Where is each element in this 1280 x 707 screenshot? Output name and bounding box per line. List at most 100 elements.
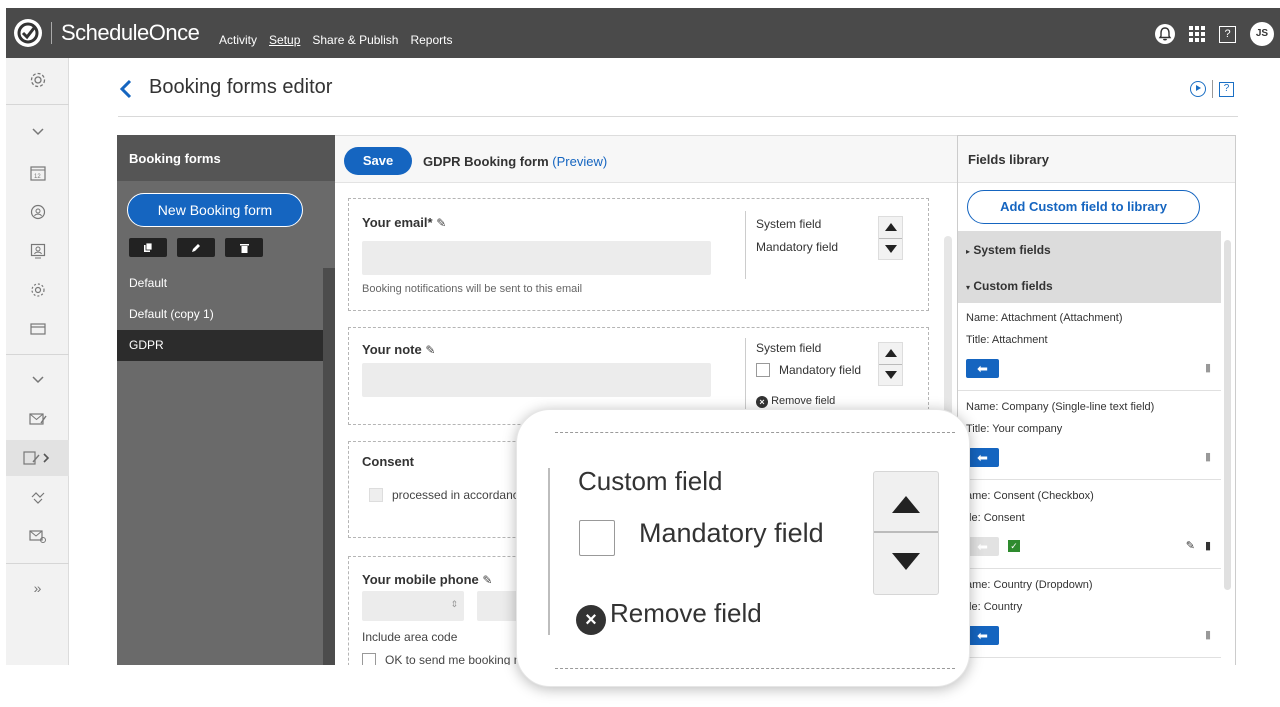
add-to-form-arrow-icon[interactable]: ⬅ xyxy=(966,359,999,378)
zoom-move-arrows[interactable] xyxy=(873,471,939,595)
edit-pencil-icon[interactable]: ✎ xyxy=(1186,539,1195,552)
nav-reports[interactable]: Reports xyxy=(410,33,452,47)
edit-pencil-icon[interactable]: ✎ xyxy=(436,216,446,230)
nav-activity[interactable]: Activity xyxy=(219,33,257,47)
zoom-divider xyxy=(548,468,550,635)
consent-checkbox[interactable] xyxy=(369,488,383,502)
add-to-form-arrow-icon[interactable]: ⬅ xyxy=(966,448,999,467)
integrations-gear-icon[interactable] xyxy=(6,272,69,308)
section-custom-fields[interactable]: ▾ Custom fields xyxy=(958,267,1221,303)
item-title: tle: Consent xyxy=(966,512,1025,524)
expand-chevron-icon[interactable] xyxy=(6,362,69,398)
brand-name[interactable]: ScheduleOnce xyxy=(61,20,200,46)
form-item-default[interactable]: Default xyxy=(117,268,323,299)
delete-form-button[interactable] xyxy=(225,238,263,257)
booking-forms-heading: Booking forms xyxy=(117,135,335,181)
edit-form-button[interactable] xyxy=(177,238,215,257)
item-title: tle: Country xyxy=(966,601,1023,613)
item-name: ame: Country (Dropdown) xyxy=(966,579,1093,591)
email-hint: Booking notifications will be sent to th… xyxy=(362,283,583,295)
trash-icon[interactable]: ▮ xyxy=(1205,361,1211,374)
library-scrollbar[interactable] xyxy=(1224,240,1231,590)
user-avatar[interactable]: JS xyxy=(1250,22,1274,46)
edit-pencil-icon[interactable]: ✎ xyxy=(425,343,435,357)
trash-icon[interactable]: ▮ xyxy=(1205,628,1211,641)
editor-header: Save GDPR Booking form (Preview) xyxy=(335,136,957,183)
move-up-arrow-icon[interactable] xyxy=(885,223,897,231)
library-item: ame: Consent (Checkbox) tle: Consent ⬅ ✓… xyxy=(958,481,1221,569)
presenter-icon[interactable] xyxy=(6,233,69,269)
back-chevron-icon[interactable] xyxy=(119,78,133,105)
add-to-form-arrow-icon[interactable]: ⬅ xyxy=(966,626,999,645)
handshake-icon[interactable] xyxy=(6,479,69,515)
header-separator xyxy=(1212,80,1213,98)
phone-hint: Include area code xyxy=(362,630,458,644)
zoom-remove-field[interactable]: × Remove field xyxy=(576,598,762,635)
calendar-icon[interactable]: 12 xyxy=(6,155,69,191)
zoom-mandatory-checkbox[interactable] xyxy=(579,520,615,556)
fields-library-panel: Fields library Add Custom field to libra… xyxy=(957,135,1236,665)
in-use-check-icon: ✓ xyxy=(1008,540,1020,552)
item-name: Name: Attachment (Attachment) xyxy=(966,312,1123,324)
fields-library-heading: Fields library xyxy=(958,136,1235,183)
move-field-arrows[interactable] xyxy=(878,342,903,386)
item-name: ame: Consent (Checkbox) xyxy=(966,490,1094,502)
field-label-consent: Consent xyxy=(362,454,414,469)
left-rail: 12 » xyxy=(6,58,69,665)
notifications-bell-icon[interactable] xyxy=(1155,24,1175,44)
remove-x-icon: × xyxy=(576,605,606,635)
note-input[interactable] xyxy=(362,363,711,397)
mandatory-field-label: Mandatory field xyxy=(756,240,839,254)
mandatory-checkbox[interactable] xyxy=(756,363,770,377)
move-down-arrow-icon[interactable] xyxy=(885,371,897,379)
country-code-select[interactable]: ⇕ xyxy=(362,591,464,621)
move-field-arrows[interactable] xyxy=(878,216,903,260)
card-icon[interactable] xyxy=(6,311,69,347)
edit-pencil-icon[interactable]: ✎ xyxy=(482,573,492,587)
caret-right-icon: ▸ xyxy=(966,247,971,256)
library-item: Name: Company (Single-line text field) T… xyxy=(958,392,1221,480)
move-up-arrow-icon[interactable] xyxy=(892,496,920,513)
field-card-email[interactable]: Your email* ✎ Booking notifications will… xyxy=(348,198,929,311)
apps-grid-icon[interactable] xyxy=(1189,26,1205,42)
field-label-phone: Your mobile phone ✎ xyxy=(362,572,493,587)
trash-icon[interactable]: ▮ xyxy=(1205,450,1211,463)
add-custom-field-button[interactable]: Add Custom field to library xyxy=(967,190,1200,224)
top-right-tools: ? JS xyxy=(1155,22,1274,46)
nav-share-publish[interactable]: Share & Publish xyxy=(312,33,398,47)
email-input[interactable] xyxy=(362,241,711,275)
select-arrows-icon: ⇕ xyxy=(450,599,458,609)
item-title: Title: Attachment xyxy=(966,334,1048,346)
expand-rail-icon[interactable]: » xyxy=(6,570,69,606)
booking-forms-scrollbar[interactable] xyxy=(323,268,335,665)
mandatory-field-label: Mandatory field xyxy=(779,363,862,377)
email-settings-icon[interactable] xyxy=(6,518,69,554)
help-icon[interactable]: ? xyxy=(1219,25,1236,43)
duplicate-form-button[interactable] xyxy=(129,238,167,257)
move-down-arrow-icon[interactable] xyxy=(885,245,897,253)
play-video-icon[interactable] xyxy=(1190,81,1206,97)
save-button[interactable]: Save xyxy=(344,147,412,175)
trash-icon[interactable]: ▮ xyxy=(1205,539,1211,552)
nav-setup[interactable]: Setup xyxy=(269,33,300,47)
move-down-arrow-icon[interactable] xyxy=(892,553,920,570)
page-help-icon[interactable]: ? xyxy=(1219,81,1234,97)
new-booking-form-button[interactable]: New Booking form xyxy=(127,193,303,227)
email-edit-icon[interactable] xyxy=(6,401,69,437)
clock-user-icon[interactable] xyxy=(6,194,69,230)
ok-sms-checkbox[interactable] xyxy=(362,653,376,665)
form-item-default-copy-1[interactable]: Default (copy 1) xyxy=(117,299,323,330)
preview-link[interactable]: (Preview) xyxy=(552,154,607,169)
ok-sms-text: OK to send me booking no xyxy=(385,653,528,665)
booking-forms-nav-icon[interactable] xyxy=(6,440,69,476)
form-item-gdpr[interactable]: GDPR xyxy=(117,330,323,361)
system-field-label: System field xyxy=(756,217,822,231)
move-up-arrow-icon[interactable] xyxy=(885,349,897,357)
section-system-fields[interactable]: ▸ System fields xyxy=(958,231,1221,267)
logo-icon[interactable] xyxy=(14,19,42,47)
top-bar: ScheduleOnce Activity Setup Share & Publ… xyxy=(6,8,1280,58)
settings-gear-icon[interactable] xyxy=(6,62,69,98)
remove-field-link[interactable]: × Remove field xyxy=(756,395,835,408)
form-tool-buttons xyxy=(129,238,263,257)
collapse-chevron-icon[interactable] xyxy=(6,114,69,150)
